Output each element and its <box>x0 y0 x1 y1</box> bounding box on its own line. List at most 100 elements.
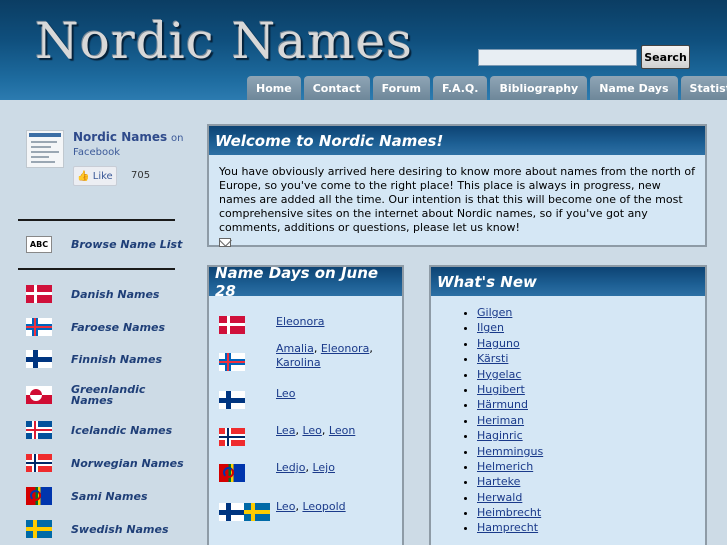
sidebar-item-greenlandic[interactable]: Greenlandic Names <box>26 384 145 406</box>
new-name-link[interactable]: Hygelac <box>477 368 521 381</box>
sidebar-item-icelandic[interactable]: Icelandic Names <box>26 421 172 439</box>
new-name-link[interactable]: Hemmingus <box>477 445 543 458</box>
finland-flag-icon <box>219 391 245 409</box>
list-item: Harteke <box>477 474 543 489</box>
site-logo[interactable]: Nordic Names <box>35 12 413 70</box>
facebook-like-button[interactable]: 👍 Like <box>73 166 117 186</box>
sidebar-item-label[interactable]: Browse Name List <box>71 239 182 250</box>
facebook-page-title[interactable]: Nordic Names on <box>73 130 183 144</box>
new-name-link[interactable]: Härmund <box>477 398 528 411</box>
list-item: Hemmingus <box>477 444 543 459</box>
iceland-flag-icon <box>26 421 52 439</box>
sidebar-item-danish[interactable]: Danish Names <box>26 285 159 303</box>
list-item: Hygelac <box>477 367 543 382</box>
list-item: Helmerich <box>477 459 543 474</box>
new-name-link[interactable]: Hamprecht <box>477 521 538 534</box>
new-name-link[interactable]: Hugibert <box>477 383 525 396</box>
name-days-panel: Name Days on June 28 Eleonora Amalia, El… <box>207 264 404 545</box>
mail-icon[interactable] <box>219 237 231 247</box>
abc-icon: ABC <box>26 236 52 253</box>
nav-tab-faq[interactable]: F.A.Q. <box>432 76 488 100</box>
list-item: Herwald <box>477 490 543 505</box>
welcome-panel: Welcome to Nordic Names! You have obviou… <box>207 124 707 247</box>
faroe-flag-icon <box>26 318 52 336</box>
nameday-row: Ledjo, Lejo <box>219 461 335 482</box>
list-item: Heimbrecht <box>477 505 543 520</box>
sidebar-item-sami[interactable]: Sami Names <box>26 487 148 505</box>
nameday-link[interactable]: Lea <box>276 424 295 437</box>
list-item: Härmund <box>477 397 543 412</box>
panel-title: Name Days on June 28 <box>209 264 402 300</box>
sidebar-item-browse[interactable]: ABC Browse Name List <box>26 236 182 253</box>
whats-new-list: Gilgen Ilgen Haguno Kärsti Hygelac Hugib… <box>477 305 543 536</box>
like-count: 705 <box>131 170 151 181</box>
nameday-link[interactable]: Karolina <box>276 356 321 369</box>
whats-new-panel: What's New Gilgen Ilgen Haguno Kärsti Hy… <box>429 265 707 545</box>
finland-flag-icon <box>219 503 245 521</box>
sidebar-item-label[interactable]: Sami Names <box>71 491 148 502</box>
nav-tab-forum[interactable]: Forum <box>372 76 430 100</box>
nav-tab-statistics[interactable]: Statistics <box>680 76 727 100</box>
nameday-link[interactable]: Ledjo <box>276 461 305 474</box>
facebook-label[interactable]: Facebook <box>73 147 120 158</box>
sidebar-item-label[interactable]: Icelandic Names <box>71 425 172 436</box>
sidebar-item-label[interactable]: Swedish Names <box>71 524 169 535</box>
sidebar-item-finnish[interactable]: Finnish Names <box>26 350 162 368</box>
nameday-row: Amalia, Eleonora, Karolina <box>219 342 373 371</box>
new-name-link[interactable]: Ilgen <box>477 321 504 334</box>
sidebar-item-norwegian[interactable]: Norwegian Names <box>26 454 184 472</box>
nameday-link[interactable]: Eleonora <box>276 315 324 328</box>
list-item: Kärsti <box>477 351 543 366</box>
panel-title: What's New <box>431 267 705 296</box>
denmark-flag-icon <box>219 316 245 334</box>
nameday-row: Leo, Leopold <box>219 500 346 521</box>
sidebar-item-label[interactable]: Faroese Names <box>71 322 165 333</box>
list-item: Haginric <box>477 428 543 443</box>
nameday-link[interactable]: Amalia <box>276 342 314 355</box>
denmark-flag-icon <box>26 285 52 303</box>
sidebar-item-label[interactable]: Norwegian Names <box>71 458 184 469</box>
nameday-link[interactable]: Leopold <box>302 500 345 513</box>
nameday-row: Leo <box>219 387 295 409</box>
nav-tab-bibliography[interactable]: Bibliography <box>490 76 588 100</box>
sidebar-item-label[interactable]: Greenlandic Names <box>71 384 151 406</box>
new-name-link[interactable]: Kärsti <box>477 352 508 365</box>
nameday-link[interactable]: Eleonora <box>321 342 369 355</box>
sweden-flag-icon <box>26 520 52 538</box>
new-name-link[interactable]: Heriman <box>477 414 524 427</box>
nameday-row: Eleonora <box>219 315 324 334</box>
new-name-link[interactable]: Haguno <box>477 337 520 350</box>
sidebar-item-swedish[interactable]: Swedish Names <box>26 520 169 538</box>
list-item: Gilgen <box>477 305 543 320</box>
finland-flag-icon <box>26 350 52 368</box>
sidebar-item-label[interactable]: Danish Names <box>71 289 159 300</box>
list-item: Haguno <box>477 336 543 351</box>
sidebar-divider <box>18 219 175 221</box>
sidebar-item-faroese[interactable]: Faroese Names <box>26 318 165 336</box>
sami-flag-icon <box>26 487 52 505</box>
new-name-link[interactable]: Gilgen <box>477 306 512 319</box>
new-name-link[interactable]: Herwald <box>477 491 522 504</box>
list-item: Heriman <box>477 413 543 428</box>
nameday-link[interactable]: Lejo <box>312 461 335 474</box>
new-name-link[interactable]: Helmerich <box>477 460 533 473</box>
sami-flag-icon <box>219 464 245 482</box>
new-name-link[interactable]: Harteke <box>477 475 520 488</box>
sidebar-divider <box>18 268 175 270</box>
sidebar-item-label[interactable]: Finnish Names <box>71 354 162 365</box>
new-name-link[interactable]: Heimbrecht <box>477 506 541 519</box>
search-input[interactable] <box>478 49 637 66</box>
facebook-page-thumbnail[interactable] <box>26 130 64 168</box>
nameday-link[interactable]: Leo <box>276 500 295 513</box>
nav-tab-name-days[interactable]: Name Days <box>590 76 678 100</box>
list-item: Ilgen <box>477 320 543 335</box>
nameday-link[interactable]: Leo <box>302 424 321 437</box>
nameday-link[interactable]: Leon <box>329 424 355 437</box>
greenland-flag-icon <box>26 386 52 404</box>
nameday-link[interactable]: Leo <box>276 387 295 400</box>
nav-tab-contact[interactable]: Contact <box>303 76 370 100</box>
new-name-link[interactable]: Haginric <box>477 429 523 442</box>
search-button[interactable]: Search <box>641 45 690 69</box>
nav-tab-home[interactable]: Home <box>247 76 301 100</box>
list-item: Hugibert <box>477 382 543 397</box>
